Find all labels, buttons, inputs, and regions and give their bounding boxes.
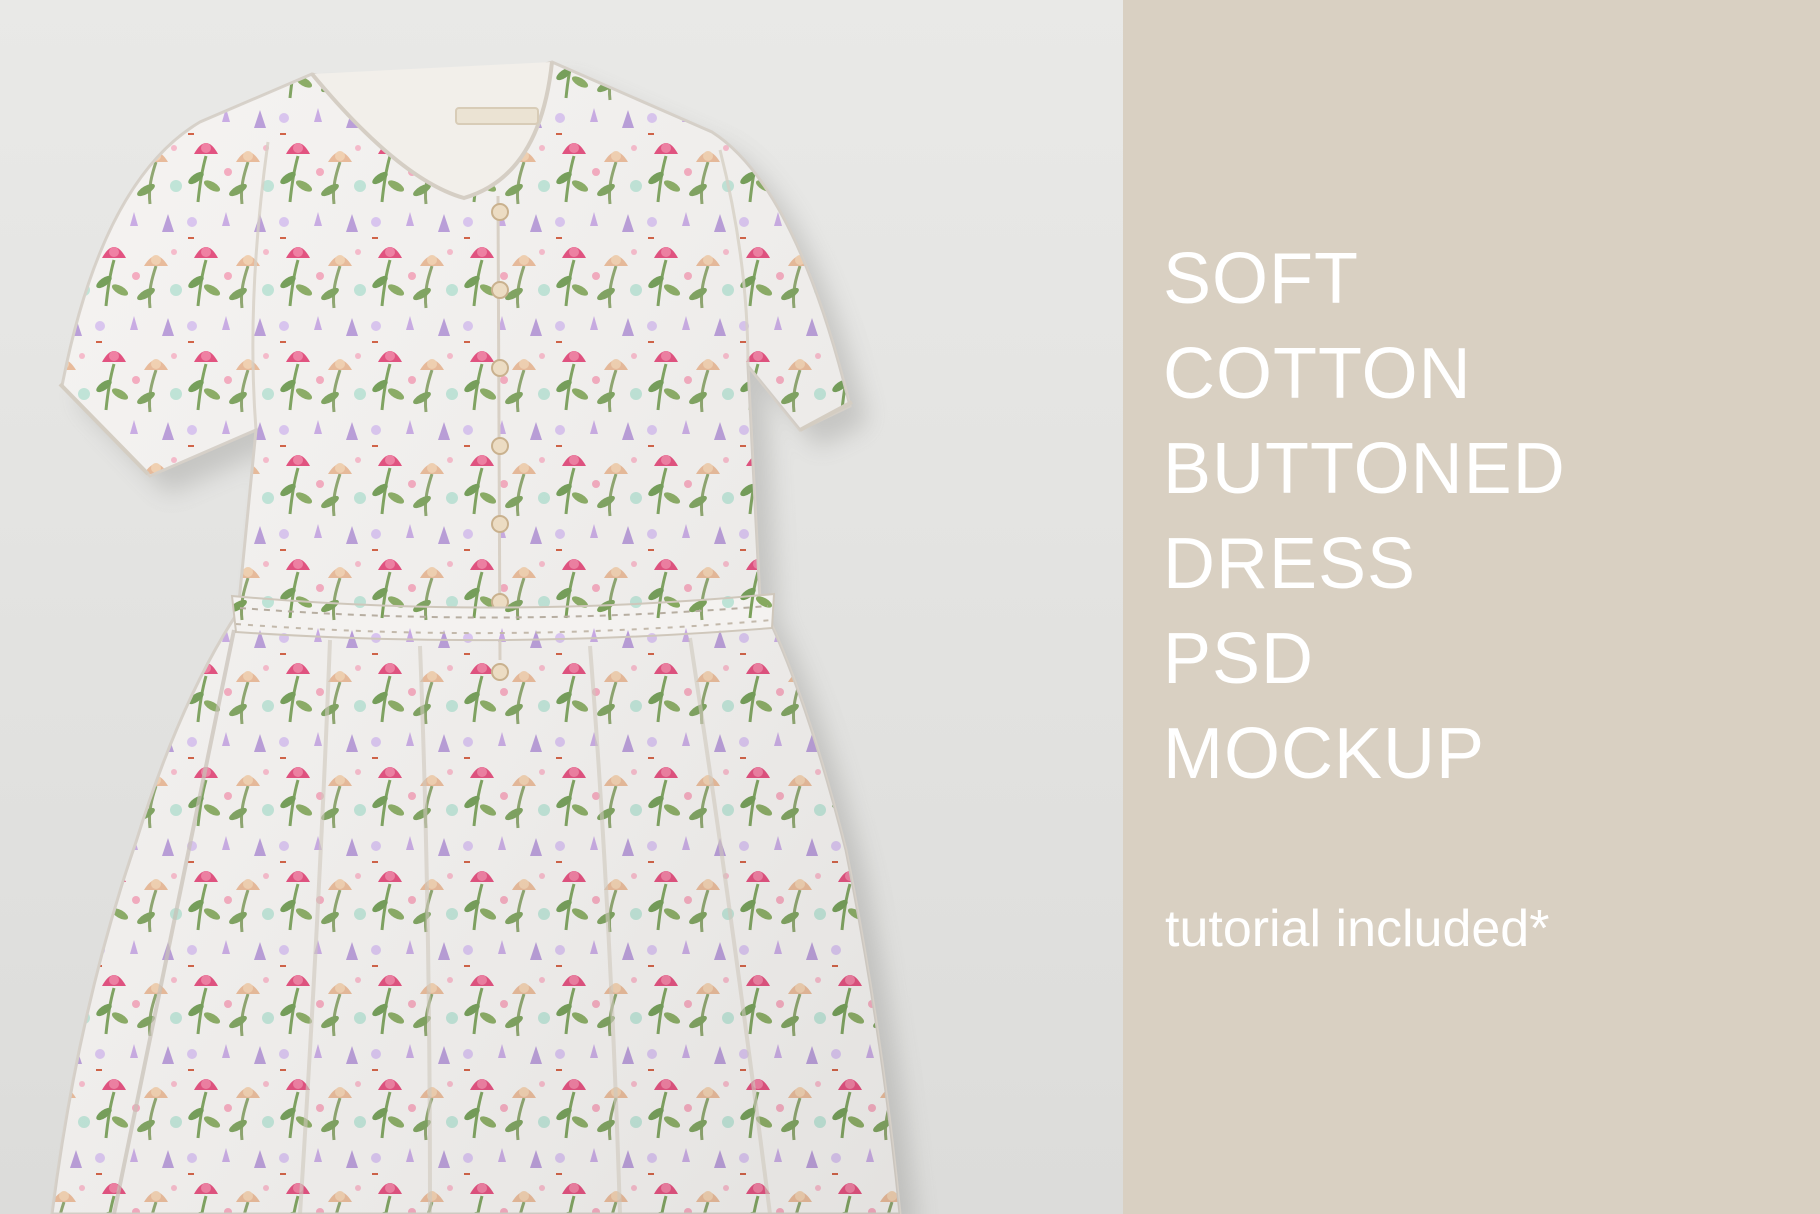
title-line-cotton: COTTON xyxy=(1163,334,1472,414)
mockup-banner: SOFT COTTON BUTTONED DRESS PSD MOCKUP tu… xyxy=(0,0,1820,1214)
title-line-dress: DRESS xyxy=(1163,524,1417,604)
title-line-buttoned: BUTTONED xyxy=(1163,429,1566,509)
dress-icon xyxy=(50,60,917,1214)
dress-photo xyxy=(0,0,1123,1214)
product-title: SOFT COTTON BUTTONED DRESS PSD MOCKUP xyxy=(1163,232,1566,802)
title-line-psd: PSD xyxy=(1163,619,1315,699)
title-panel: SOFT COTTON BUTTONED DRESS PSD MOCKUP tu… xyxy=(1123,0,1820,1214)
tutorial-note: tutorial included* xyxy=(1165,900,1550,958)
title-line-soft: SOFT xyxy=(1163,239,1359,319)
title-line-mockup: MOCKUP xyxy=(1163,714,1486,794)
